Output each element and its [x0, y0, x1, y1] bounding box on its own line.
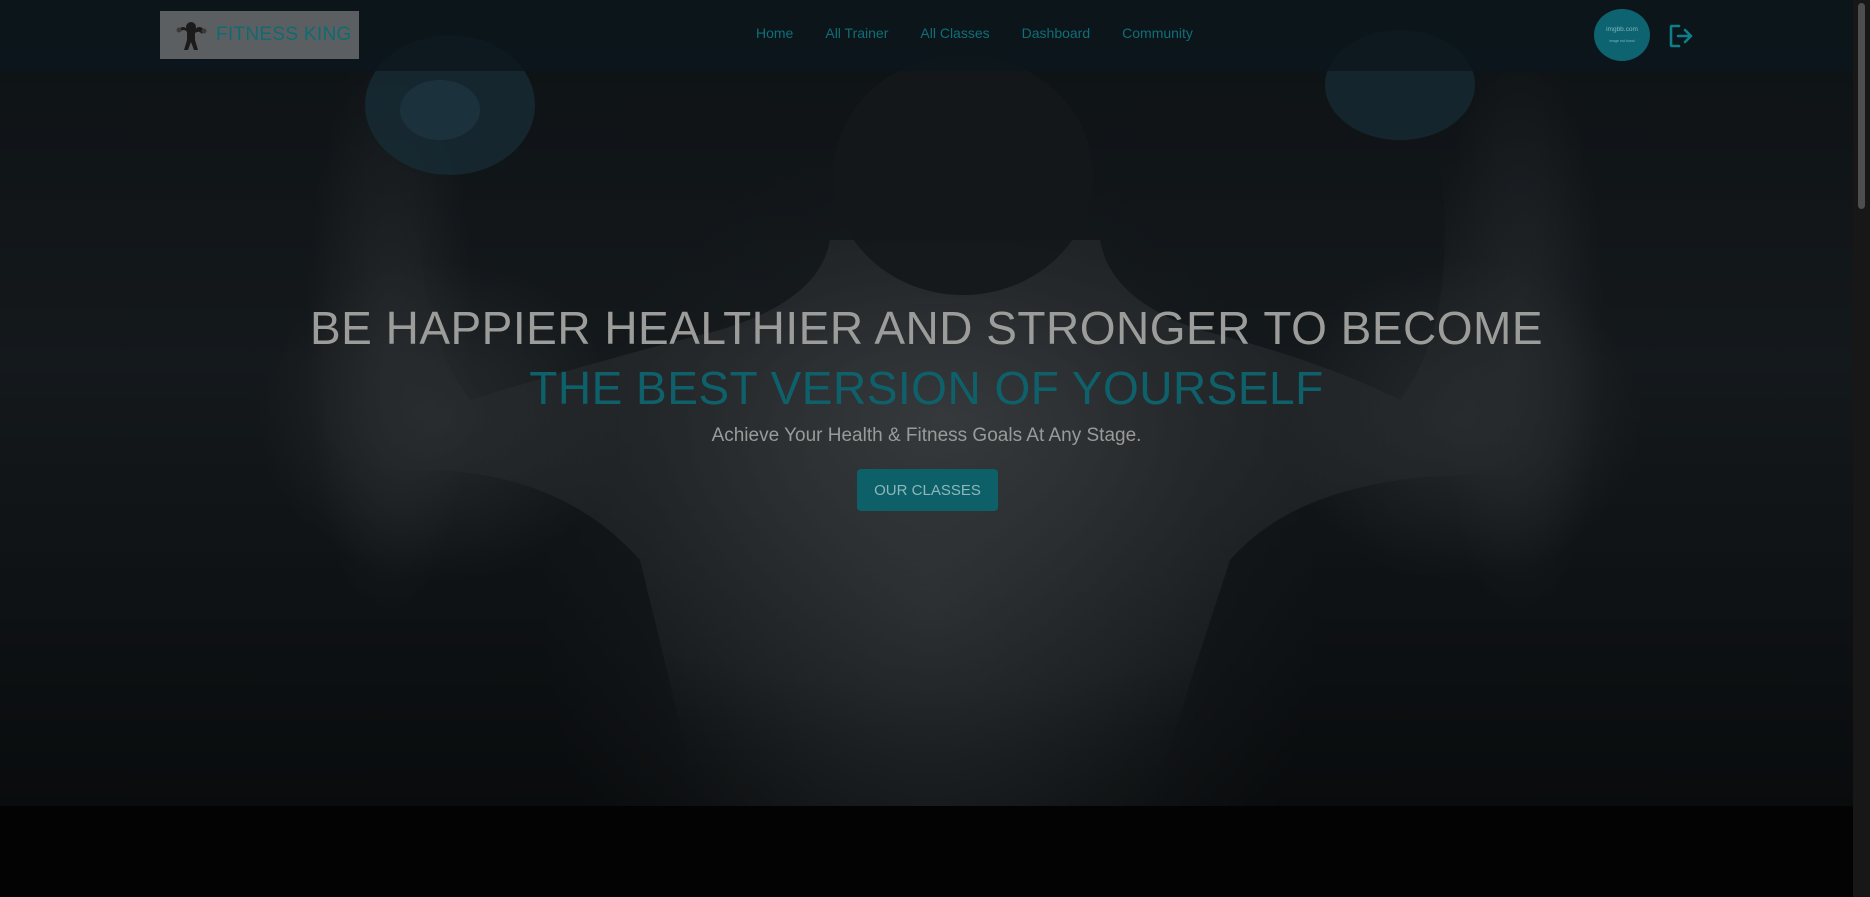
nav-link-dashboard[interactable]: Dashboard — [1022, 25, 1091, 41]
brand-logo[interactable]: FITNESS KING — [160, 11, 359, 59]
nav-link-all-classes[interactable]: All Classes — [920, 25, 989, 41]
hero-headline: BE HAPPIER HEALTHIER AND STRONGER TO BEC… — [309, 302, 1544, 354]
our-classes-button[interactable]: OUR CLASSES — [857, 469, 998, 511]
navbar: FITNESS KING Home All Trainer All Classe… — [0, 0, 1853, 71]
page-scrollbar[interactable] — [1853, 0, 1870, 897]
avatar-text-line2: image not found — [1609, 39, 1635, 43]
avatar-text-line1: imgbb.com — [1606, 26, 1638, 33]
main-nav: Home All Trainer All Classes Dashboard C… — [756, 25, 1225, 41]
logout-icon[interactable] — [1668, 23, 1694, 49]
brand-name: FITNESS KING — [216, 24, 352, 45]
hero-subheadline: Achieve Your Health & Fitness Goals At A… — [711, 425, 1142, 446]
nav-link-community[interactable]: Community — [1122, 25, 1193, 41]
page-footer-area — [0, 806, 1853, 897]
nav-link-all-trainer[interactable]: All Trainer — [825, 25, 888, 41]
flexing-man-logo-icon — [174, 18, 208, 52]
user-avatar[interactable]: imgbb.com image not found — [1594, 9, 1650, 61]
nav-link-home[interactable]: Home — [756, 25, 793, 41]
hero-headline-highlight: THE BEST VERSION OF YOURSELF — [529, 362, 1324, 414]
scrollbar-thumb[interactable] — [1858, 3, 1865, 209]
page: FITNESS KING Home All Trainer All Classe… — [0, 0, 1870, 897]
